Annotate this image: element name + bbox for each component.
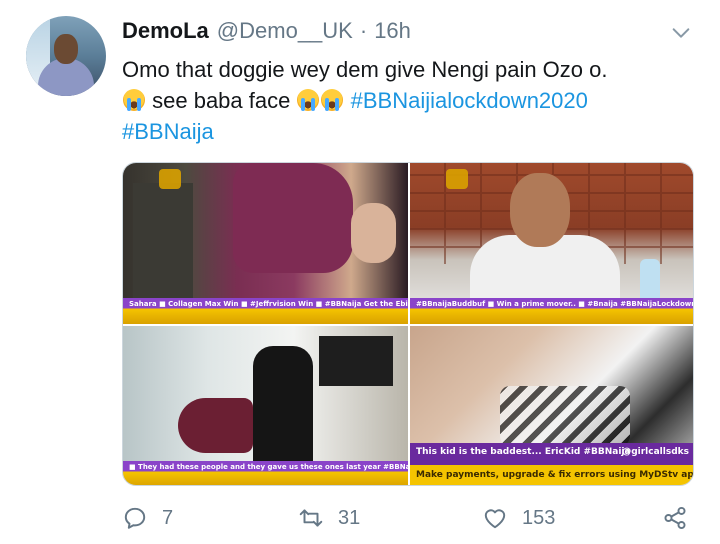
photo-figure [178, 398, 253, 453]
crying-face-emoji-icon [123, 89, 145, 111]
photo-figure [510, 173, 570, 247]
media-photo-4[interactable]: This kid is the baddest... EricKid #BBNa… [410, 326, 694, 485]
hashtag-link[interactable]: #BBNaija [122, 119, 214, 144]
tv-banner-handle: @girlcallsdks [622, 447, 689, 457]
heart-icon [484, 509, 506, 529]
share-icon [664, 506, 686, 530]
user-handle[interactable]: @Demo__UK [217, 18, 353, 44]
media-photo-3[interactable]: ■ They had these people and they gave us… [123, 326, 408, 485]
tweet-actions: 7 31 153 [122, 500, 702, 536]
tweet-header: DemoLa @Demo__UK · 16h [122, 18, 411, 46]
tv-banner-ad: Make payments, upgrade & fix errors usin… [416, 470, 694, 480]
tweet-text-line2: see baba face #BBNaijialockdown2020 [122, 85, 692, 116]
photo-object [319, 336, 393, 386]
retweet-count: 31 [338, 506, 361, 529]
photo-figure [233, 163, 353, 273]
photo-figure [133, 183, 193, 303]
crying-face-emoji-icon [297, 89, 320, 111]
like-button[interactable]: 153 [482, 500, 555, 536]
hashtag-link[interactable]: #BBNaijialockdown2020 [351, 88, 588, 113]
tweet-text-line1: Omo that doggie wey dem give Nengi pain … [122, 57, 608, 82]
retweet-icon [299, 509, 323, 527]
retweet-button[interactable]: 31 [298, 500, 360, 536]
tv-banner: This kid is the baddest... EricKid #BBNa… [410, 443, 694, 485]
show-logo-icon [446, 169, 468, 189]
share-button[interactable] [662, 500, 688, 536]
media-photo-1[interactable]: Sahara ■ Collagen Max Win ■ #Jeffrvision… [123, 163, 408, 324]
reply-count: 7 [162, 506, 174, 529]
photo-figure [253, 346, 313, 466]
media-grid: Sahara ■ Collagen Max Win ■ #Jeffrvision… [122, 162, 694, 486]
like-count: 153 [522, 506, 556, 529]
tv-banner-caption: This kid is the baddest... EricKid #BBNa… [416, 447, 631, 457]
photo-object [640, 259, 660, 303]
photo-pattern [500, 386, 630, 446]
show-logo-icon [159, 169, 181, 189]
reply-icon [124, 507, 146, 529]
avatar-face [54, 34, 78, 64]
tweet-text-phrase: see baba face [152, 88, 291, 113]
avatar[interactable] [26, 16, 106, 96]
chevron-down-icon[interactable] [670, 22, 692, 44]
display-name[interactable]: DemoLa [122, 18, 209, 44]
tweet-timestamp[interactable]: 16h [374, 18, 411, 44]
crying-face-emoji-icon [321, 89, 344, 111]
separator-dot: · [359, 18, 368, 43]
reply-button[interactable]: 7 [122, 500, 173, 536]
media-photo-2[interactable]: #BBnaijaBuddbuf ■ Win a prime mover.. ■ … [410, 163, 693, 324]
tweet-text: Omo that doggie wey dem give Nengi pain … [122, 54, 692, 147]
tweet-text-line3: #BBNaija [122, 116, 692, 147]
tv-banner: Sahara ■ Collagen Max Win ■ #Jeffrvision… [123, 298, 408, 324]
tv-banner: ■ They had these people and they gave us… [123, 461, 408, 485]
photo-figure [351, 203, 396, 263]
tv-banner: #BBnaijaBuddbuf ■ Win a prime mover.. ■ … [410, 298, 693, 324]
